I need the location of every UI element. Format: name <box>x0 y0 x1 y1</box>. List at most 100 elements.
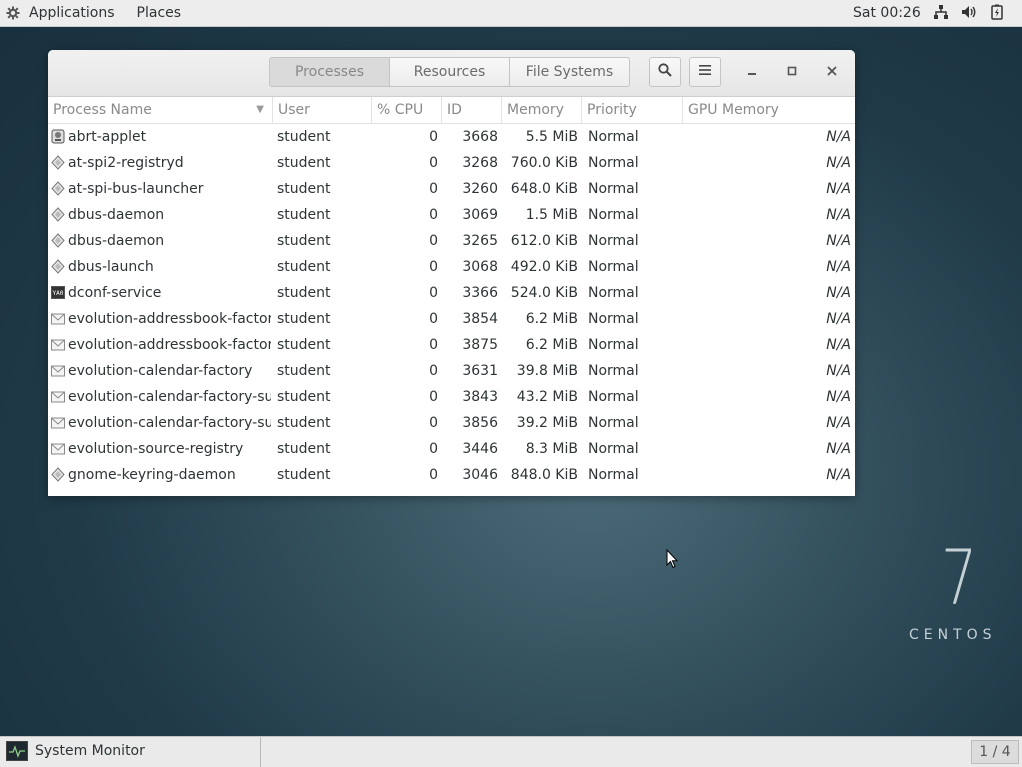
memory-cell: 1.5 MiB <box>525 207 578 223</box>
user-cell: student <box>277 233 331 249</box>
pid-cell: 3875 <box>462 337 498 353</box>
workspace-indicator[interactable]: 1 / 4 <box>971 740 1019 764</box>
mail-icon <box>51 363 65 378</box>
close-button[interactable] <box>823 63 841 81</box>
priority-cell: Normal <box>588 441 639 457</box>
pid-cell: 3856 <box>462 415 498 431</box>
mouse-cursor-icon <box>666 548 679 573</box>
table-row[interactable]: dbus-daemon student 0 3265 612.0 KiB Normal N/… <box>48 228 855 254</box>
column-user[interactable]: User <box>273 97 372 123</box>
system-status-area[interactable] <box>933 4 1005 20</box>
column-cpu[interactable]: % CPU <box>372 97 442 123</box>
gpu-memory-cell: N/A <box>826 363 851 379</box>
mail-icon <box>51 389 65 404</box>
column-process-name[interactable]: Process Name ▼ <box>48 97 273 123</box>
user-cell: student <box>277 389 331 405</box>
column-memory[interactable]: Memory <box>502 97 582 123</box>
menu-button[interactable] <box>689 57 721 87</box>
user-cell: student <box>277 285 331 301</box>
svg-text:YA0: YA0 <box>53 290 64 297</box>
gpu-memory-cell: N/A <box>826 415 851 431</box>
priority-cell: Normal <box>588 155 639 171</box>
terminal-icon: YA0 <box>51 285 65 300</box>
table-row[interactable]: evolution-source-registry student 0 3446 8.3… <box>48 436 855 462</box>
table-row[interactable]: evolution-addressbook-factory-student 0 38… <box>48 332 855 358</box>
table-row[interactable]: evolution-calendar-factory-subp student 0 3… <box>48 384 855 410</box>
generic-process-icon <box>51 207 65 222</box>
cpu-cell: 0 <box>429 285 438 301</box>
table-row[interactable]: evolution-calendar-factory student 0 3631 39… <box>48 358 855 384</box>
pid-cell: 3366 <box>462 285 498 301</box>
cpu-cell: 0 <box>429 415 438 431</box>
user-cell: student <box>277 415 331 431</box>
table-row[interactable]: evolution-addressbook-factory student 0 385… <box>48 306 855 332</box>
pid-cell: 3265 <box>462 233 498 249</box>
cpu-cell: 0 <box>429 441 438 457</box>
tab-processes[interactable]: Processes <box>269 57 390 87</box>
taskbar-item-system-monitor[interactable]: System Monitor <box>6 741 145 761</box>
table-row[interactable]: at-spi-bus-launcher student 0 3260 648.0 KiB… <box>48 176 855 202</box>
priority-cell: Normal <box>588 259 639 275</box>
places-menu[interactable]: Places <box>137 5 182 21</box>
column-priority[interactable]: Priority <box>582 97 683 123</box>
search-icon <box>658 63 672 81</box>
gpu-memory-cell: N/A <box>826 337 851 353</box>
column-gpu-memory[interactable]: GPU Memory <box>683 97 855 123</box>
gpu-memory-cell: N/A <box>826 181 851 197</box>
memory-cell: 39.2 MiB <box>516 415 578 431</box>
process-name-cell: gnome-keyring-daemon <box>68 467 236 483</box>
process-name-cell: at-spi-bus-launcher <box>68 181 204 197</box>
pid-cell: 3268 <box>462 155 498 171</box>
table-row[interactable]: YA0 dconf-service student 0 3366 524.0 KiB Nor… <box>48 280 855 306</box>
memory-cell: 492.0 KiB <box>510 259 578 275</box>
user-cell: student <box>277 259 331 275</box>
generic-process-icon <box>51 467 65 482</box>
priority-cell: Normal <box>588 415 639 431</box>
tab-file-systems[interactable]: File Systems <box>509 57 630 87</box>
gpu-memory-cell: N/A <box>826 285 851 301</box>
system-monitor-icon <box>6 741 28 761</box>
user-cell: student <box>277 129 331 145</box>
table-row[interactable]: at-spi2-registryd student 0 3268 760.0 KiB No… <box>48 150 855 176</box>
priority-cell: Normal <box>588 181 639 197</box>
priority-cell: Normal <box>588 389 639 405</box>
view-switcher: Processes Resources File Systems <box>269 57 630 87</box>
generic-process-icon <box>51 233 65 248</box>
priority-cell: Normal <box>588 233 639 249</box>
mail-icon <box>51 415 65 430</box>
minimize-button[interactable] <box>743 63 761 81</box>
user-cell: student <box>277 363 331 379</box>
table-row[interactable]: gnome-keyring-daemon student 0 3046 848.0 Ki… <box>48 462 855 488</box>
process-name-cell: evolution-calendar-factory <box>68 363 253 379</box>
cpu-cell: 0 <box>429 389 438 405</box>
table-row[interactable]: dbus-launch student 0 3068 492.0 KiB Normal N/… <box>48 254 855 280</box>
column-id[interactable]: ID <box>442 97 502 123</box>
search-button[interactable] <box>649 57 681 87</box>
table-row[interactable]: dbus-daemon student 0 3069 1.5 MiB Normal N/A <box>48 202 855 228</box>
table-row[interactable]: abrt-applet student 0 3668 5.5 MiB Normal N/A <box>48 124 855 150</box>
priority-cell: Normal <box>588 467 639 483</box>
gpu-memory-cell: N/A <box>826 233 851 249</box>
bottom-panel: System Monitor 1 / 4 <box>0 736 1022 767</box>
pid-cell: 3843 <box>462 389 498 405</box>
sort-down-icon: ▼ <box>256 104 264 115</box>
process-name-cell: evolution-calendar-factory-subp <box>68 389 271 405</box>
gpu-memory-cell: N/A <box>826 155 851 171</box>
cpu-cell: 0 <box>429 129 438 145</box>
cpu-cell: 0 <box>429 181 438 197</box>
clock[interactable]: Sat 00:26 <box>853 5 921 21</box>
applications-menu[interactable]: Applications <box>6 5 137 21</box>
gpu-memory-cell: N/A <box>826 259 851 275</box>
applications-label[interactable]: Applications <box>29 5 115 21</box>
column-label: Process Name <box>53 102 152 118</box>
table-header: Process Name ▼ User % CPU ID Memory Prio… <box>48 97 855 124</box>
maximize-button[interactable] <box>783 63 801 81</box>
process-name-cell: evolution-source-registry <box>68 441 244 457</box>
table-row[interactable]: evolution-calendar-factory-subp student 0 3… <box>48 410 855 436</box>
tab-resources[interactable]: Resources <box>389 57 510 87</box>
pid-cell: 3668 <box>462 129 498 145</box>
gpu-memory-cell: N/A <box>826 441 851 457</box>
mail-icon <box>51 311 65 326</box>
volume-icon <box>961 4 977 20</box>
memory-cell: 6.2 MiB <box>525 337 578 353</box>
